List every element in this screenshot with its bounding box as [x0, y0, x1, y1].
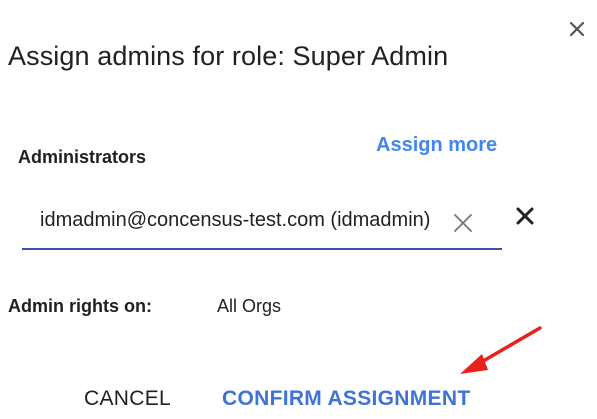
administrator-value: idmadmin@concensus-test.com (idmadmin) — [40, 209, 431, 231]
close-dialog-button[interactable] — [566, 18, 588, 40]
admin-rights-value: All Orgs — [217, 296, 282, 316]
dialog-title: Assign admins for role: Super Admin — [8, 41, 449, 71]
admin-rights-label: Admin rights on: — [8, 296, 152, 316]
clear-administrator-button[interactable] — [450, 210, 476, 236]
assign-more-link[interactable]: Assign more — [376, 134, 497, 157]
remove-administrator-button[interactable] — [514, 205, 536, 227]
confirm-assignment-button[interactable]: CONFIRM ASSIGNMENT — [222, 387, 470, 411]
close-icon — [454, 214, 472, 232]
administrators-label: Administrators — [18, 147, 147, 167]
administrator-input[interactable]: idmadmin@concensus-test.com (idmadmin) — [22, 198, 502, 250]
close-icon — [569, 21, 585, 37]
close-icon — [516, 207, 534, 225]
cancel-button[interactable]: CANCEL — [84, 387, 171, 411]
assign-admins-dialog: Assign admins for role: Super Admin Admi… — [0, 0, 597, 419]
red-arrow-icon — [460, 326, 542, 374]
